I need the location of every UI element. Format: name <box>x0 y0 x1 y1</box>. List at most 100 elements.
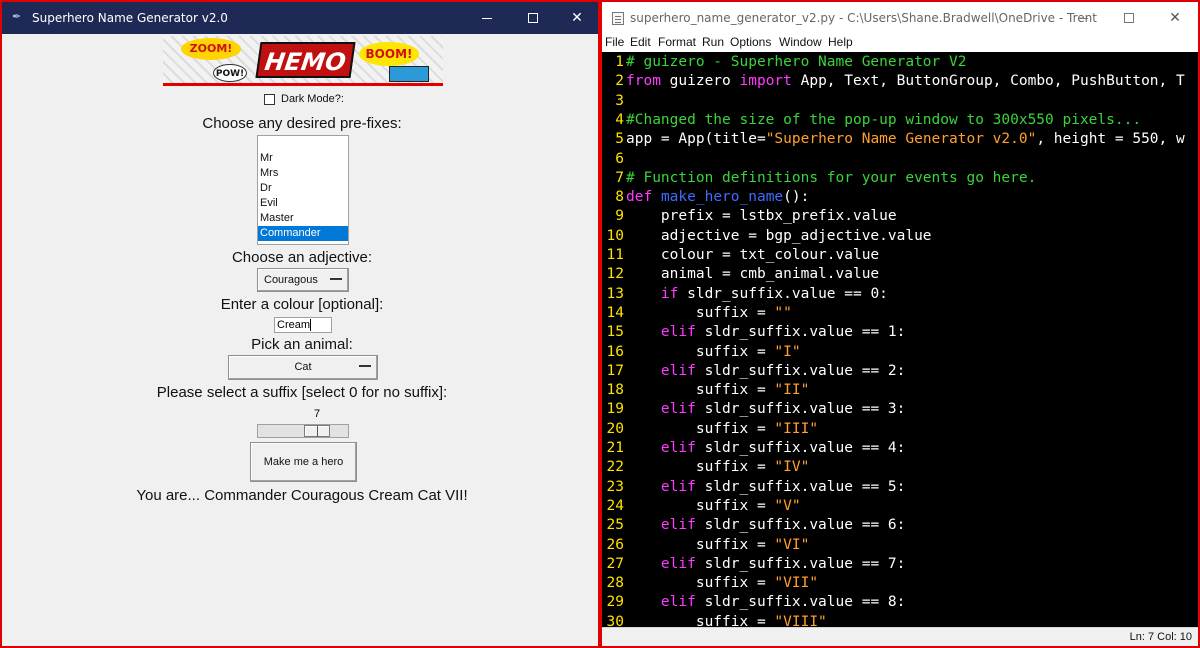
listbox-item[interactable]: Master <box>258 211 348 226</box>
document-icon <box>612 12 624 25</box>
code-token-string: "" <box>774 304 792 321</box>
line-number: 24 <box>606 497 624 514</box>
code-line[interactable]: elif sldr_suffix.value == 8: <box>626 593 1198 612</box>
line-number: 27 <box>606 555 624 572</box>
code-line[interactable]: animal = cmb_animal.value <box>626 265 1198 284</box>
code-token-plain: sldr_suffix.value == 0: <box>678 285 888 302</box>
code-token-plain: sldr_suffix.value == 1: <box>695 324 906 341</box>
code-token-keyword: elif <box>660 362 696 379</box>
line-number: 28 <box>606 575 624 592</box>
code-line[interactable]: if sldr_suffix.value == 0: <box>626 285 1198 304</box>
code-line[interactable]: suffix = "V" <box>626 497 1198 516</box>
code-editor[interactable]: 1 2 3 4 5 6 7 8 9 10 11 12 13 14 15 16 17 18 19 20 21 22 23 24 2… <box>602 52 1198 629</box>
menu-edit[interactable]: Edit <box>630 35 651 49</box>
code-line[interactable]: from guizero import App, Text, ButtonGro… <box>626 72 1198 91</box>
minimize-button[interactable] <box>1060 2 1106 34</box>
menu-bar: File Edit Format Run Options Window Help <box>602 34 1198 52</box>
menu-format[interactable]: Format <box>658 35 696 49</box>
code-token-string: "III" <box>774 420 819 437</box>
code-token-string: "VI" <box>774 536 810 553</box>
feather-icon: ✒ <box>12 11 22 23</box>
colour-input[interactable]: Cream <box>274 317 332 333</box>
code-line[interactable]: prefix = lstbx_prefix.value <box>626 207 1198 226</box>
code-line[interactable]: adjective = bgp_adjective.value <box>626 227 1198 246</box>
line-number: 16 <box>606 343 624 360</box>
code-line[interactable]: suffix = "III" <box>626 420 1198 439</box>
code-line[interactable]: app = App(title="Superhero Name Generato… <box>626 130 1198 149</box>
code-line[interactable]: elif sldr_suffix.value == 6: <box>626 516 1198 535</box>
code-line[interactable]: suffix = "VII" <box>626 574 1198 593</box>
code-line[interactable]: def make_hero_name(): <box>626 188 1198 207</box>
code-line[interactable]: elif sldr_suffix.value == 2: <box>626 362 1198 381</box>
code-token-comment: #Changed the size of the pop-up window t… <box>626 111 1142 128</box>
maximize-button[interactable] <box>510 2 556 34</box>
code-line[interactable]: # guizero - Superhero Name Generator V2 <box>626 53 1198 72</box>
code-line[interactable]: elif sldr_suffix.value == 5: <box>626 478 1198 497</box>
code-line[interactable]: suffix = "" <box>626 304 1198 323</box>
listbox-item[interactable]: Mrs <box>258 166 348 181</box>
minimize-button[interactable] <box>464 2 510 34</box>
app-titlebar[interactable]: ✒ Superhero Name Generator v2.0 ✕ <box>2 2 598 34</box>
close-button[interactable]: ✕ <box>554 2 598 34</box>
code-line[interactable]: suffix = "IV" <box>626 458 1198 477</box>
line-number: 13 <box>606 285 624 302</box>
prefix-listbox[interactable]: Mr Mrs Dr Evil Master Commander <box>257 135 349 245</box>
code-line[interactable]: elif sldr_suffix.value == 4: <box>626 439 1198 458</box>
menu-run[interactable]: Run <box>702 35 724 49</box>
code-token-string: "I" <box>774 343 801 360</box>
close-icon: ✕ <box>1169 10 1181 26</box>
code-token-plain: suffix = <box>626 536 775 553</box>
menu-window[interactable]: Window <box>779 35 822 49</box>
animal-combo[interactable]: Cat <box>228 355 378 380</box>
dark-mode-label: Dark Mode?: <box>281 93 344 105</box>
code-line[interactable]: suffix = "II" <box>626 381 1198 400</box>
menu-options[interactable]: Options <box>730 35 771 49</box>
slider-thumb[interactable] <box>304 425 330 437</box>
close-button[interactable]: ✕ <box>1152 2 1198 34</box>
code-token-keyword: elif <box>660 594 696 611</box>
listbox-item[interactable]: Evil <box>258 196 348 211</box>
code-token-string: "Superhero Name Generator v2.0" <box>765 131 1037 148</box>
editor-titlebar[interactable]: superhero_name_generator_v2.py - C:\User… <box>602 2 1198 34</box>
code-line[interactable]: colour = txt_colour.value <box>626 246 1198 265</box>
code-token-plain: sldr_suffix.value == 2: <box>695 362 906 379</box>
code-token-string: "IV" <box>774 459 810 476</box>
code-line[interactable]: #Changed the size of the pop-up window t… <box>626 111 1198 130</box>
comic-burst: BOOM! <box>359 42 419 66</box>
menu-help[interactable]: Help <box>828 35 853 49</box>
colour-label: Enter a colour [optional]: <box>220 296 384 313</box>
listbox-item[interactable]: Mr <box>258 151 348 166</box>
make-hero-button[interactable]: Make me a hero <box>250 442 357 482</box>
code-line[interactable]: # Function definitions for your events g… <box>626 169 1198 188</box>
listbox-item[interactable]: Dr <box>258 181 348 196</box>
code-line[interactable]: elif sldr_suffix.value == 7: <box>626 555 1198 574</box>
code-line[interactable]: elif sldr_suffix.value == 1: <box>626 323 1198 342</box>
listbox-item-selected[interactable]: Commander <box>258 226 348 241</box>
maximize-button[interactable] <box>1106 2 1152 34</box>
code-token-plain: sldr_suffix.value == 6: <box>695 517 906 534</box>
adjective-dropdown[interactable]: Couragous <box>257 268 349 292</box>
checkbox-box[interactable] <box>264 94 275 105</box>
code-token-plain: App, Text, ButtonGroup, Combo, PushButto… <box>791 73 1185 90</box>
prefix-label: Choose any desired pre-fixes: <box>202 115 402 132</box>
menu-file[interactable]: File <box>605 35 624 49</box>
code-token-plain: sldr_suffix.value == 4: <box>695 440 906 456</box>
line-number: 10 <box>606 227 624 244</box>
line-number: 4 <box>615 111 624 128</box>
code-token-def: make_hero_name <box>660 189 784 206</box>
minimize-icon <box>482 18 492 19</box>
maximize-icon <box>1124 13 1134 23</box>
code-token-string: "V" <box>774 497 801 514</box>
line-number: 1 <box>615 54 624 70</box>
code-token-plain: guizero <box>660 73 740 90</box>
line-number: 7 <box>615 169 624 186</box>
code-line[interactable]: elif sldr_suffix.value == 3: <box>626 400 1198 419</box>
code-token-keyword: elif <box>660 517 696 534</box>
code-line[interactable]: suffix = "VI" <box>626 536 1198 555</box>
suffix-slider[interactable] <box>257 424 349 438</box>
code-line[interactable]: suffix = "I" <box>626 343 1198 362</box>
comic-burst: POW! <box>213 64 247 82</box>
code-token-plain: prefix = lstbx_prefix.value <box>626 208 897 225</box>
code-token-keyword: elif <box>660 478 696 495</box>
